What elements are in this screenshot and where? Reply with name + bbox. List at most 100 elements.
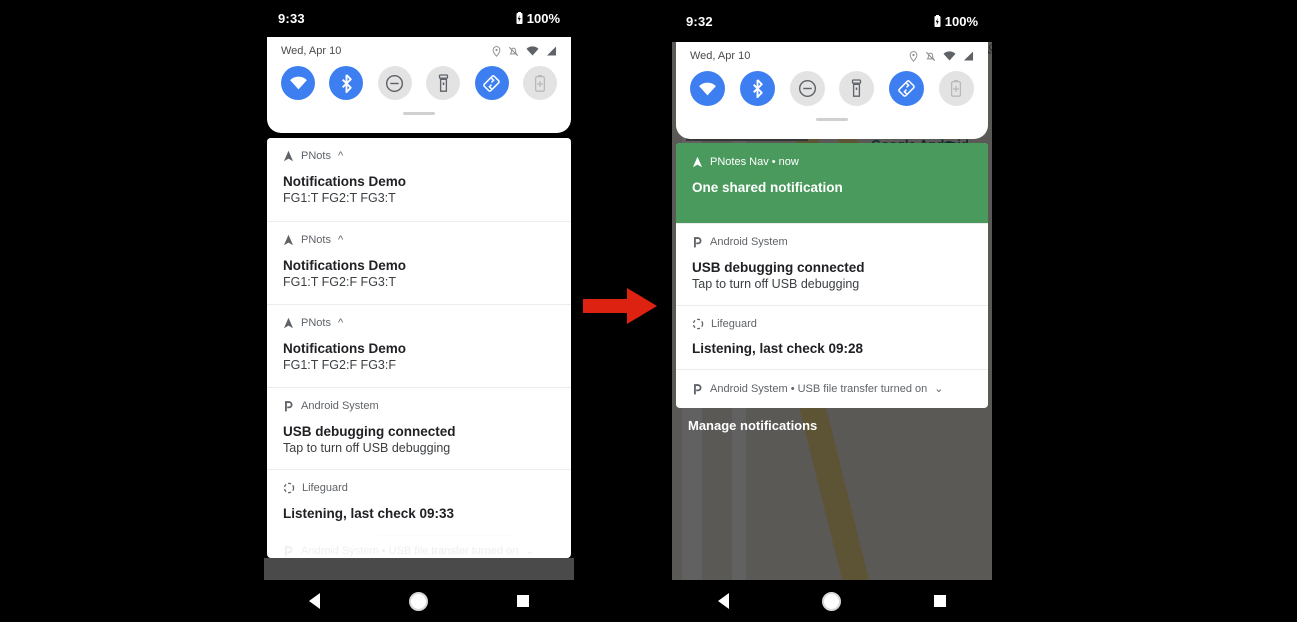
notification-app-name: PNots <box>301 150 331 162</box>
signal-icon <box>546 46 557 56</box>
qs-date: Wed, Apr 10 <box>690 50 751 62</box>
left-phone-screen: 9:33 100% Wed, Apr 10 PNots ^ Notificati… <box>264 0 574 622</box>
notification-app-name: PNots <box>301 234 331 246</box>
bluetooth-tile-icon <box>752 79 763 98</box>
notification-header: Android System <box>692 236 972 248</box>
notification-item[interactable]: PNots ^ Notifications Demo FG1:T FG2:F F… <box>267 304 571 387</box>
left-quick-settings: Wed, Apr 10 <box>267 37 571 133</box>
notification-item[interactable]: Lifeguard Listening, last check 09:33 <box>267 469 571 535</box>
notification-app-name: Android System • USB file transfer turne… <box>301 544 519 557</box>
wifi-tile[interactable] <box>690 71 725 106</box>
android-p-icon <box>694 237 702 248</box>
notification-app-name: Android System • USB file transfer turne… <box>710 382 928 395</box>
notification-app-name: Lifeguard <box>711 318 757 330</box>
recents-button[interactable] <box>933 595 946 607</box>
bluetooth-tile-icon <box>341 73 352 93</box>
home-button[interactable] <box>408 591 428 611</box>
wifi-tile[interactable] <box>281 66 315 100</box>
wifi-tile-icon <box>289 76 307 90</box>
notification-item[interactable]: Android System USB debugging connected T… <box>676 223 988 305</box>
notification-header: PNotes Nav • now <box>692 156 972 168</box>
chevron-up-icon[interactable]: ^ <box>338 234 343 246</box>
android-p-icon <box>285 545 293 556</box>
do-not-disturb-tile-icon <box>386 74 404 92</box>
notification-title: Listening, last check 09:33 <box>283 506 455 521</box>
notification-header: Android System • USB file transfer turne… <box>692 382 972 395</box>
notification-app-name: PNots <box>301 317 331 329</box>
navigation-arrow-icon <box>283 150 294 162</box>
notification-item-collapsed[interactable]: Android System • USB file transfer turne… <box>676 369 988 407</box>
battery-icon <box>516 12 523 24</box>
notification-subtext: Tap to turn off USB debugging <box>283 441 451 455</box>
qs-tiles <box>281 66 557 100</box>
right-phone-screen: Landings Dr Charleston n St ngstorff Goo… <box>672 0 992 622</box>
notification-item[interactable]: Android System USB debugging connected T… <box>267 387 571 469</box>
battery-saver-tile[interactable] <box>938 71 974 106</box>
flashlight-tile[interactable] <box>426 66 461 100</box>
qs-header: Wed, Apr 10 <box>281 45 557 57</box>
notification-app-name: Lifeguard <box>302 482 348 494</box>
chevron-up-icon[interactable]: ^ <box>338 150 343 162</box>
wifi-tile-icon <box>699 82 716 95</box>
chevron-down-icon[interactable]: ⌄ <box>525 544 534 557</box>
battery-icon <box>934 14 941 27</box>
wifi-icon <box>526 46 539 56</box>
battery-saver-tile-icon <box>951 80 962 97</box>
chevron-down-icon[interactable]: ⌄ <box>934 382 943 395</box>
left-scrim <box>264 558 574 580</box>
home-button[interactable] <box>821 591 841 611</box>
notification-header: PNots ^ <box>283 317 555 329</box>
battery-saver-tile-icon <box>534 74 546 92</box>
recents-button[interactable] <box>517 595 530 607</box>
notification-subtext: FG1:T FG2:T FG3:T <box>283 191 396 205</box>
screenshot-root: 9:33 100% Wed, Apr 10 PNots ^ Notificati… <box>0 0 1297 622</box>
notification-title: Notifications Demo <box>283 341 407 356</box>
notification-item-collapsed[interactable]: Android System • USB file transfer turne… <box>267 535 571 558</box>
do-not-disturb-tile[interactable] <box>377 66 412 100</box>
bluetooth-tile[interactable] <box>329 66 364 100</box>
left-phone: 9:33 100% Wed, Apr 10 PNots ^ Notificati… <box>264 0 574 622</box>
notification-title: USB debugging connected <box>283 424 456 439</box>
notification-item-shared[interactable]: PNotes Nav • now One shared notification <box>676 143 988 223</box>
bluetooth-tile[interactable] <box>739 71 775 106</box>
battery-saver-tile[interactable] <box>522 66 557 100</box>
auto-rotate-tile[interactable] <box>889 71 925 106</box>
back-button[interactable] <box>308 593 320 609</box>
notification-subtext: FG1:T FG2:F FG3:T <box>283 275 396 289</box>
notification-item[interactable]: Lifeguard Listening, last check 09:28 <box>676 305 988 369</box>
qs-drag-handle[interactable] <box>403 112 435 115</box>
notification-header: PNots ^ <box>283 234 555 246</box>
qs-status-icons <box>909 50 974 62</box>
notification-header: Lifeguard <box>692 318 972 330</box>
notification-header: Android System <box>283 400 555 412</box>
notification-item[interactable]: PNots ^ Notifications Demo FG1:T FG2:F F… <box>267 221 571 304</box>
right-nav-bar <box>672 580 992 622</box>
flashlight-tile[interactable] <box>839 71 875 106</box>
signal-icon <box>963 51 974 61</box>
notification-header: Android System • USB file transfer turne… <box>283 544 555 557</box>
notification-subtext: FG1:T FG2:F FG3:F <box>283 358 396 372</box>
status-battery: 100% <box>944 13 978 29</box>
do-not-disturb-tile[interactable] <box>789 71 825 106</box>
auto-rotate-tile[interactable] <box>474 66 509 100</box>
location-icon <box>492 45 501 57</box>
navigation-arrow-icon <box>692 156 703 168</box>
back-button[interactable] <box>718 593 730 609</box>
notification-item[interactable]: PNots ^ Notifications Demo FG1:T FG2:T F… <box>267 138 571 221</box>
do-not-disturb-tile-icon <box>798 79 816 98</box>
right-quick-settings: Wed, Apr 10 <box>676 42 988 139</box>
notification-title: Listening, last check 09:28 <box>692 341 864 356</box>
notification-title: One shared notification <box>692 180 843 195</box>
notification-header: Lifeguard <box>283 482 555 494</box>
notification-title: Notifications Demo <box>283 174 407 189</box>
chevron-up-icon[interactable]: ^ <box>338 317 343 329</box>
flashlight-tile-icon <box>438 73 448 92</box>
notification-header: PNots ^ <box>283 150 555 162</box>
manage-notifications-button[interactable]: Manage notifications <box>688 418 817 433</box>
right-arrow <box>583 288 657 324</box>
notification-app-name: Android System <box>301 400 379 412</box>
qs-drag-handle[interactable] <box>816 118 848 121</box>
notification-title: USB debugging connected <box>692 260 865 275</box>
left-nav-bar <box>264 580 574 622</box>
wifi-icon <box>943 51 956 61</box>
